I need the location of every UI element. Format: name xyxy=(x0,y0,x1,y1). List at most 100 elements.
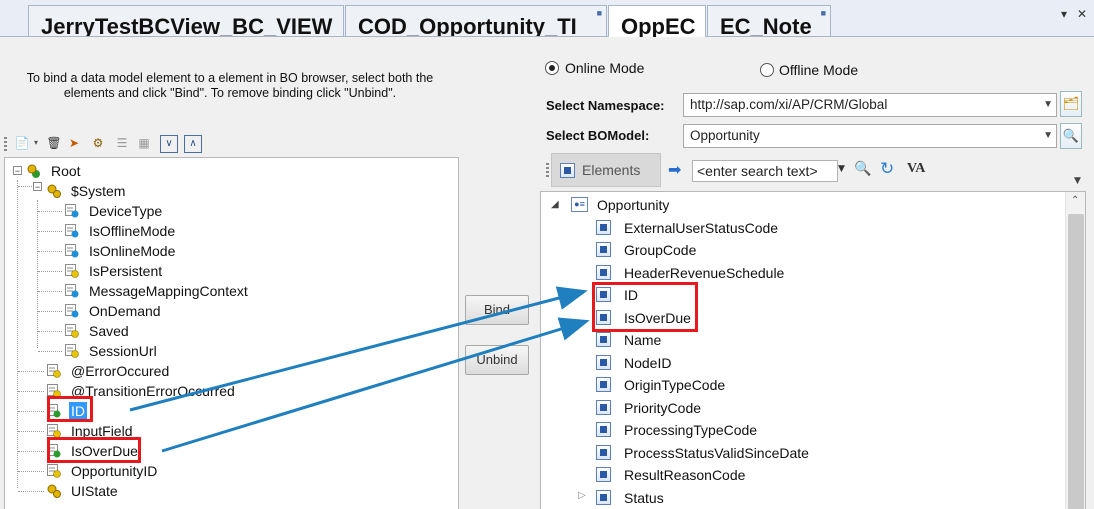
tree-guide xyxy=(18,471,44,472)
auto-bind-icon[interactable]: ⚙ xyxy=(90,135,106,151)
search-icon[interactable]: 🔍 xyxy=(854,161,871,177)
scrollbar-thumb[interactable] xyxy=(1068,214,1084,509)
tree-item-label: GroupCode xyxy=(624,242,697,258)
collapse-icon[interactable]: − xyxy=(33,182,42,192)
instructions-text: To bind a data model element to a elemen… xyxy=(26,71,434,100)
element-icon xyxy=(596,377,611,392)
element-icon xyxy=(596,242,611,257)
bomodel-select[interactable]: Opportunity ▼ xyxy=(683,124,1057,148)
namespace-label: Select Namespace: xyxy=(546,98,665,113)
bind-icon[interactable]: ➤ xyxy=(66,135,82,151)
tree-item-label: @ErrorOccured xyxy=(71,363,170,379)
element-icon xyxy=(560,163,575,178)
tree-guide xyxy=(38,291,62,292)
field-blue-icon xyxy=(65,204,79,218)
hierarchy-icon[interactable]: ☰ xyxy=(114,135,130,151)
search-bomodel-icon[interactable]: 🔍 xyxy=(1060,123,1082,149)
expand-all-icon[interactable]: ∨ xyxy=(160,135,178,153)
toolbar-grip xyxy=(4,137,7,151)
document-tab-strip: JerryTestBCView_BC_VIEW COD_Opportunity_… xyxy=(0,0,1094,37)
tree-item-label: OnDemand xyxy=(89,303,161,319)
tree-item-label: IsOfflineMode xyxy=(89,223,176,239)
tree-guide xyxy=(38,251,62,252)
toolbar-overflow-icon[interactable]: ▼ xyxy=(1074,176,1081,186)
field-yellow-icon xyxy=(65,324,79,338)
bind-button[interactable]: Bind xyxy=(465,295,529,325)
arrow-right-icon[interactable]: ➡ xyxy=(668,160,681,179)
field-yellow-icon xyxy=(65,344,79,358)
tree-item-label: UIState xyxy=(71,483,118,499)
tree-item-label: Saved xyxy=(89,323,129,339)
root-node-icon xyxy=(27,164,41,178)
tab-list-dropdown-icon[interactable]: ▾ xyxy=(1061,8,1067,20)
chevron-down-icon[interactable]: ▼ xyxy=(838,164,845,174)
element-search-input[interactable]: <enter search text> xyxy=(692,160,838,182)
chevron-down-icon[interactable]: ▾ xyxy=(28,135,44,151)
highlight-box-left-isoverdue xyxy=(47,437,141,463)
vertical-scrollbar[interactable]: ⌃ xyxy=(1065,192,1085,509)
tree-item-label: OriginTypeCode xyxy=(624,377,726,393)
element-icon xyxy=(596,445,611,460)
lock-icon: ■ xyxy=(596,8,602,18)
element-icon xyxy=(596,265,611,280)
unbind-button[interactable]: Unbind xyxy=(465,345,529,375)
tree-item-label: Status xyxy=(624,490,664,506)
tree-item-label: IsPersistent xyxy=(89,263,163,279)
tree-item-label: ProcessStatusValidSinceDate xyxy=(624,445,809,461)
tab-label: EC_Note xyxy=(720,14,812,36)
tree-item-label: ExternalUserStatusCode xyxy=(624,220,779,236)
refresh-icon[interactable]: ↻ xyxy=(880,159,894,179)
tree-icon[interactable]: ▦ xyxy=(136,135,152,151)
tree-guide xyxy=(38,211,62,212)
delete-icon[interactable]: 🗑 xyxy=(46,135,62,151)
bo-node-icon: ●≡ xyxy=(571,197,588,212)
offline-mode-radio[interactable] xyxy=(760,63,774,77)
binding-editor: To bind a data model element to a elemen… xyxy=(0,37,1094,509)
data-model-tree[interactable]: − Root − $System DeviceType IsOfflineMod… xyxy=(4,157,459,509)
field-yellow-icon xyxy=(65,264,79,278)
browse-namespace-icon[interactable]: 🗂 xyxy=(1060,91,1082,117)
elements-label: Elements xyxy=(582,162,641,178)
scroll-up-icon[interactable]: ⌃ xyxy=(1071,195,1079,206)
tree-guide xyxy=(38,351,62,352)
elements-button[interactable]: Elements xyxy=(551,153,661,187)
field-yellow-icon xyxy=(47,424,61,438)
bo-browser-tree[interactable]: ◢ ●≡ Opportunity ExternalUserStatusCode … xyxy=(540,191,1086,509)
close-icon[interactable]: ✕ xyxy=(1077,8,1087,20)
field-yellow-icon xyxy=(47,464,61,478)
element-icon xyxy=(596,400,611,415)
tree-guide xyxy=(38,331,62,332)
expand-triangle-icon[interactable]: ▷ xyxy=(578,490,586,501)
highlight-box-left-id xyxy=(47,396,93,422)
tab-jerrytestbcview[interactable]: JerryTestBCView_BC_VIEW xyxy=(28,5,344,36)
namespace-select[interactable]: http://sap.com/xi/AP/CRM/Global ▼ xyxy=(683,93,1057,117)
tree-guide xyxy=(18,491,44,492)
tab-ec-note[interactable]: EC_Note ■ xyxy=(707,5,831,36)
collapse-triangle-icon: ◢ xyxy=(551,199,559,210)
tree-item-label: Opportunity xyxy=(597,197,670,213)
structure-node-icon xyxy=(47,184,61,198)
tree-item-label: $System xyxy=(71,183,126,199)
element-icon xyxy=(596,422,611,437)
tree-guide xyxy=(18,431,44,432)
collapse-icon[interactable]: − xyxy=(13,166,22,176)
online-mode-radio[interactable] xyxy=(545,61,559,75)
tree-item-label: NodeID xyxy=(624,355,672,371)
offline-mode-label: Offline Mode xyxy=(779,62,859,78)
tab-cod-opportunity-ti[interactable]: COD_Opportunity_TI ■ xyxy=(345,5,607,36)
tab-label: OppEC xyxy=(621,14,696,37)
element-icon xyxy=(596,355,611,370)
lock-icon: ■ xyxy=(820,8,826,18)
element-icon xyxy=(596,332,611,347)
collapse-all-icon[interactable]: ∧ xyxy=(184,135,202,153)
tree-guide xyxy=(18,411,44,412)
va-button[interactable]: VA xyxy=(907,161,925,177)
structure-node-icon xyxy=(47,484,61,498)
tree-item-label: DeviceType xyxy=(89,203,163,219)
element-icon xyxy=(596,467,611,482)
field-blue-icon xyxy=(65,284,79,298)
chevron-down-icon: ▼ xyxy=(1043,99,1053,110)
field-yellow-icon xyxy=(47,364,61,378)
tab-oppec[interactable]: OppEC xyxy=(608,5,706,37)
tree-item-label: PriorityCode xyxy=(624,400,702,416)
